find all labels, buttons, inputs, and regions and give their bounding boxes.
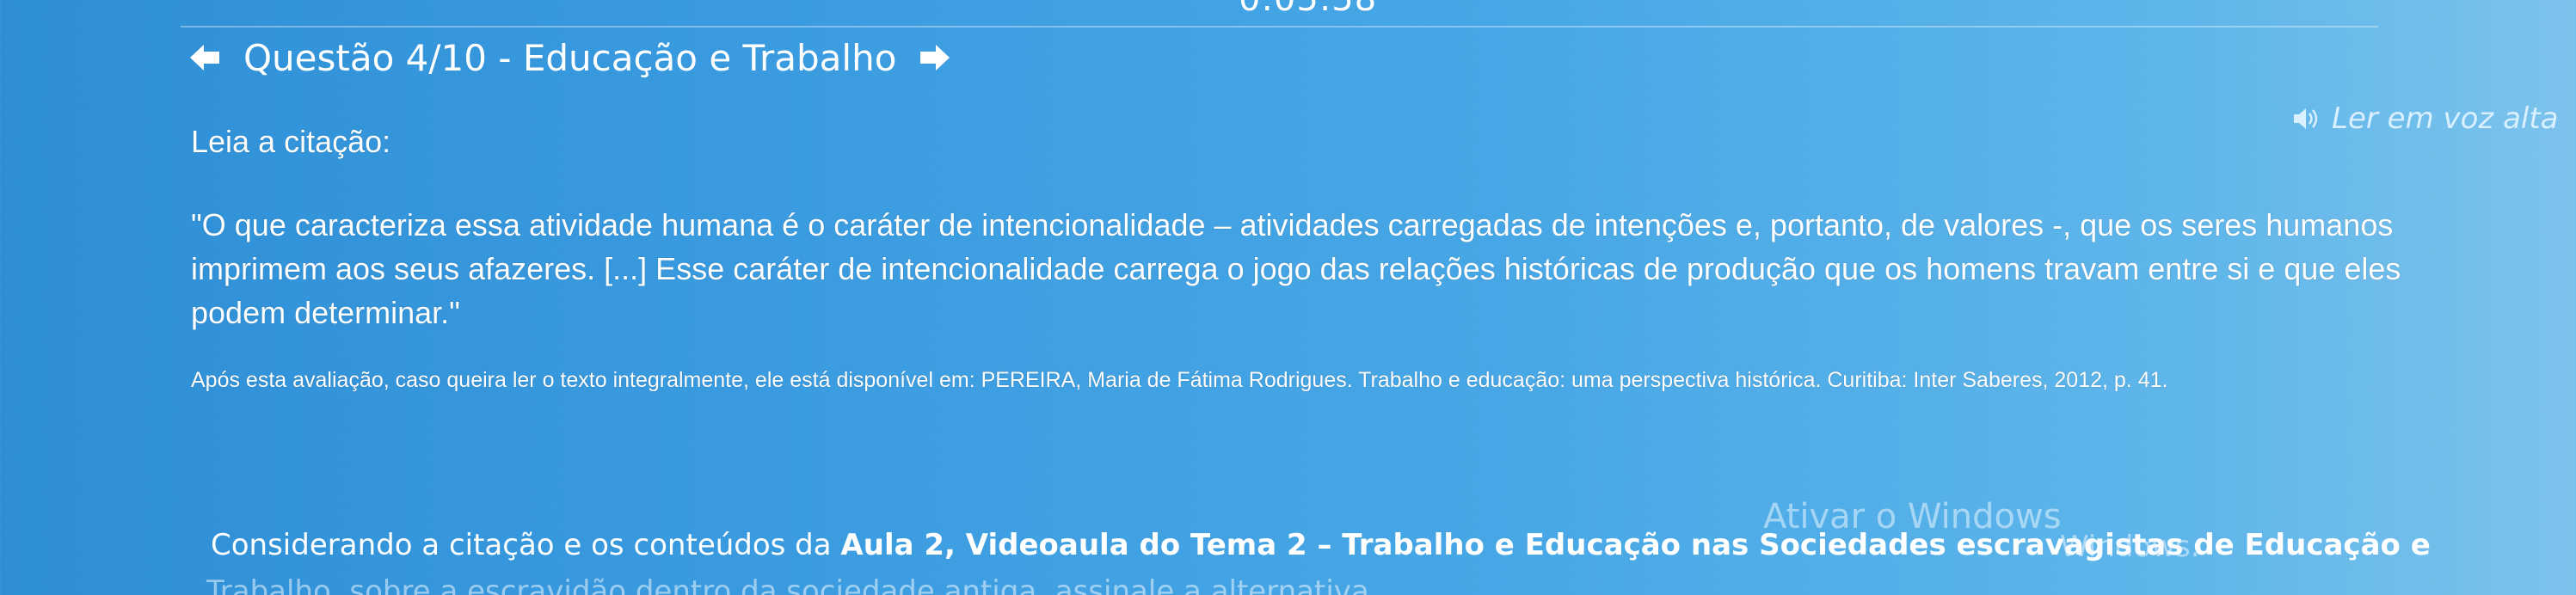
question-statement-lead: Considerando a citação e os conteúdos da: [211, 528, 841, 562]
previous-question-button[interactable]: [185, 38, 224, 77]
citation-source: Após esta avaliação, caso queira ler o t…: [191, 368, 2168, 392]
arrow-left-icon: [190, 45, 219, 71]
timer: 0:05:58: [1239, 0, 1377, 19]
question-header: Questão 4/10 - Educação e Trabalho: [185, 28, 955, 88]
prompt-label: Leia a citação:: [191, 124, 391, 159]
speaker-icon: [2294, 108, 2318, 129]
question-statement-continuation: Trabalho, sobre a escravidão dentro da s…: [206, 574, 1369, 595]
windows-activation-subtitle: Windows.: [2060, 530, 2200, 564]
citation-quote: "O que caracteriza essa atividade humana…: [191, 207, 2401, 330]
next-question-button[interactable]: [915, 38, 955, 77]
question-title: Questão 4/10 - Educação e Trabalho: [243, 36, 897, 79]
read-aloud-label: Ler em voz alta: [2332, 101, 2559, 136]
arrow-right-icon: [920, 45, 950, 71]
read-aloud-button[interactable]: Ler em voz alta: [2292, 101, 2559, 136]
